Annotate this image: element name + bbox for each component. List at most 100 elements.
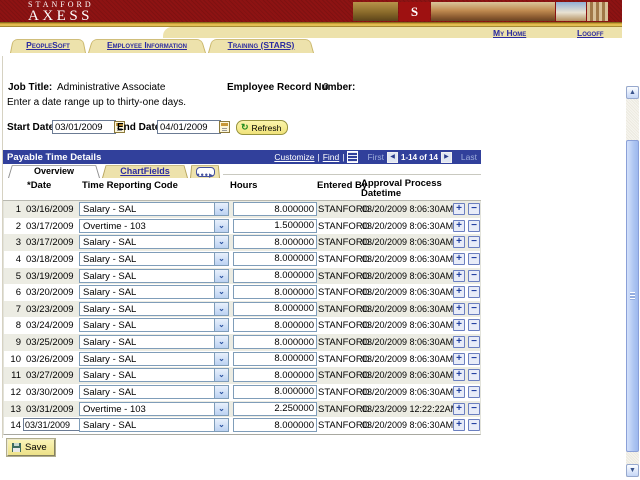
previous-page-icon[interactable]: ◀ [387, 152, 398, 163]
hours-input[interactable] [233, 335, 317, 349]
add-row-button[interactable]: + [453, 319, 465, 331]
end-date-input[interactable] [157, 120, 221, 134]
date-range-instruction: Enter a date range up to thirty-one days… [7, 97, 186, 108]
row-date: 03/17/2009 [26, 221, 74, 232]
date-input[interactable] [23, 418, 81, 431]
row-number: 13 [4, 404, 21, 415]
find-link[interactable]: Find [323, 152, 340, 162]
hours-input[interactable] [233, 352, 317, 366]
trc-dropdown[interactable]: Salary - SAL ⌄ [79, 285, 229, 299]
add-row-button[interactable]: + [453, 369, 465, 381]
trc-dropdown[interactable]: Salary - SAL ⌄ [79, 302, 229, 316]
add-row-button[interactable]: + [453, 303, 465, 315]
delete-row-button[interactable]: − [468, 220, 480, 232]
row-date: 03/20/2009 [26, 287, 74, 298]
trc-dropdown[interactable]: Salary - SAL ⌄ [79, 318, 229, 332]
add-row-button[interactable]: + [453, 286, 465, 298]
approval-datetime: 03/20/2009 8:06:30AM [362, 204, 453, 214]
chevron-down-icon: ⌄ [214, 253, 228, 265]
add-row-button[interactable]: + [453, 386, 465, 398]
trc-dropdown[interactable]: Salary - SAL ⌄ [79, 352, 229, 366]
save-button[interactable]: Save [7, 439, 55, 456]
table-row: 3 03/17/2009 Salary - SAL ⌄ STANFORD 03/… [4, 234, 480, 251]
hours-input[interactable] [233, 318, 317, 332]
trc-dropdown[interactable]: Salary - SAL ⌄ [79, 252, 229, 266]
tab-employee-information[interactable]: Employee Information [88, 38, 206, 53]
delete-row-button[interactable]: − [468, 403, 480, 415]
scrollbar-up-icon[interactable]: ▲ [626, 86, 639, 99]
hours-input[interactable] [233, 235, 317, 249]
chevron-down-icon: ⌄ [214, 319, 228, 331]
delete-row-button[interactable]: − [468, 303, 480, 315]
hours-input[interactable] [233, 385, 317, 399]
hours-input[interactable] [233, 285, 317, 299]
next-page-icon[interactable]: ▶ [441, 152, 452, 163]
delete-row-button[interactable]: − [468, 203, 480, 215]
hours-input[interactable] [233, 402, 317, 416]
hours-input[interactable] [233, 302, 317, 316]
add-row-button[interactable]: + [453, 203, 465, 215]
delete-row-button[interactable]: − [468, 353, 480, 365]
table-row: 13 03/31/2009 Overtime - 103 ⌄ STANFORD … [4, 401, 480, 418]
delete-row-button[interactable]: − [468, 319, 480, 331]
scrollbar-thumb[interactable] [626, 140, 639, 452]
tab-training-stars-label: Training (STARS) [208, 38, 314, 53]
logoff-link[interactable]: Logoff [577, 28, 604, 38]
scrollbar-down-icon[interactable]: ▼ [626, 464, 639, 477]
add-row-button[interactable]: + [453, 270, 465, 282]
grid-tab-chartfields[interactable]: ChartFields [102, 164, 188, 178]
hours-input[interactable] [233, 418, 317, 432]
hours-input[interactable] [233, 269, 317, 283]
approval-datetime: 03/20/2009 8:06:30AM [362, 221, 453, 231]
tab-peoplesoft[interactable]: PeopleSoft [10, 38, 86, 53]
trc-dropdown[interactable]: Salary - SAL ⌄ [79, 335, 229, 349]
add-row-button[interactable]: + [453, 403, 465, 415]
hours-input[interactable] [233, 252, 317, 266]
refresh-button[interactable]: ↻ Refresh [236, 120, 288, 135]
trc-dropdown[interactable]: Overtime - 103 ⌄ [79, 402, 229, 416]
trc-dropdown[interactable]: Salary - SAL ⌄ [79, 418, 229, 432]
trc-dropdown-value: Salary - SAL [83, 387, 136, 398]
delete-row-button[interactable]: − [468, 286, 480, 298]
hours-input[interactable] [233, 202, 317, 216]
tab-training-stars[interactable]: Training (STARS) [208, 38, 314, 53]
grid-tab-overview[interactable]: Overview [8, 164, 100, 178]
row-number: 3 [4, 237, 21, 248]
add-row-button[interactable]: + [453, 220, 465, 232]
end-date-calendar-icon[interactable] [219, 121, 230, 133]
add-row-button[interactable]: + [453, 336, 465, 348]
trc-dropdown-value: Overtime - 103 [83, 221, 146, 232]
trc-dropdown[interactable]: Salary - SAL ⌄ [79, 368, 229, 382]
table-row: 14 Salary - SAL ⌄ STANFORD 03/20/2009 8:… [4, 417, 480, 434]
delete-row-button[interactable]: − [468, 236, 480, 248]
grid-tab-show-all-columns[interactable]: •••▸ [190, 164, 220, 178]
hours-input[interactable] [233, 219, 317, 233]
column-header-time-reporting-code: Time Reporting Code [82, 180, 178, 191]
delete-row-button[interactable]: − [468, 336, 480, 348]
employee-record-number-label: Employee Record Number: [227, 82, 355, 93]
delete-row-button[interactable]: − [468, 386, 480, 398]
trc-dropdown[interactable]: Salary - SAL ⌄ [79, 269, 229, 283]
trc-dropdown[interactable]: Salary - SAL ⌄ [79, 235, 229, 249]
row-number: 14 [4, 420, 21, 431]
add-row-button[interactable]: + [453, 353, 465, 365]
start-date-input[interactable] [52, 120, 116, 134]
add-row-button[interactable]: + [453, 253, 465, 265]
customize-link[interactable]: Customize [274, 152, 314, 162]
trc-dropdown[interactable]: Overtime - 103 ⌄ [79, 219, 229, 233]
delete-row-button[interactable]: − [468, 419, 480, 431]
separator: | [342, 152, 344, 162]
hours-input[interactable] [233, 368, 317, 382]
delete-row-button[interactable]: − [468, 270, 480, 282]
add-row-button[interactable]: + [453, 419, 465, 431]
download-spreadsheet-icon[interactable] [347, 151, 358, 163]
first-link: First [367, 152, 384, 162]
delete-row-button[interactable]: − [468, 369, 480, 381]
trc-dropdown[interactable]: Salary - SAL ⌄ [79, 385, 229, 399]
delete-row-button[interactable]: − [468, 253, 480, 265]
vertical-scrollbar[interactable]: ▲ ▼ [626, 86, 639, 477]
my-home-link[interactable]: My Home [493, 28, 526, 38]
add-row-button[interactable]: + [453, 236, 465, 248]
row-date: 03/25/2009 [26, 337, 74, 348]
trc-dropdown[interactable]: Salary - SAL ⌄ [79, 202, 229, 216]
